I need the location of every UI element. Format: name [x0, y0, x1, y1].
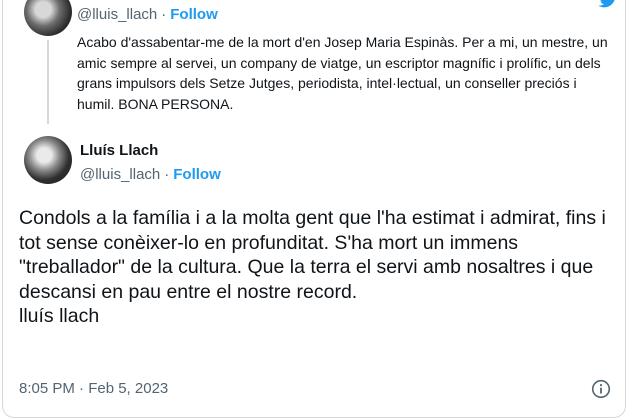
author-handle[interactable]: @lluis_llach: [80, 166, 160, 183]
author-avatar[interactable]: [24, 136, 72, 184]
follow-button[interactable]: Follow: [173, 166, 221, 183]
separator-dot: ·: [164, 166, 170, 183]
tweet-card: @lluis_llach · Follow Acabo d'assabentar-m…: [2, 0, 626, 418]
thread-line: [47, 40, 49, 124]
parent-tweet[interactable]: @lluis_llach · Follow Acabo d'assabentar-m…: [3, 0, 625, 124]
info-icon[interactable]: [591, 379, 611, 399]
tweet-timestamp[interactable]: 8:05 PM · Feb 5, 2023: [19, 380, 168, 397]
parent-tweet-text: Acabo d'assabentar-me de la mort d'en Jo…: [77, 34, 608, 112]
parent-handle[interactable]: @lluis_llach: [77, 6, 157, 23]
separator-dot: ·: [161, 6, 167, 23]
parent-author-row: @lluis_llach · Follow: [77, 6, 218, 24]
parent-follow-button[interactable]: Follow: [170, 6, 218, 23]
twitter-bird-icon[interactable]: [597, 0, 619, 8]
parent-avatar[interactable]: [24, 0, 72, 36]
tweet-text: Condols a la família i a la molta gent q…: [19, 207, 606, 327]
author-display-name[interactable]: Lluís Llach: [80, 142, 158, 160]
author-handle-row: @lluis_llach · Follow: [80, 166, 221, 184]
